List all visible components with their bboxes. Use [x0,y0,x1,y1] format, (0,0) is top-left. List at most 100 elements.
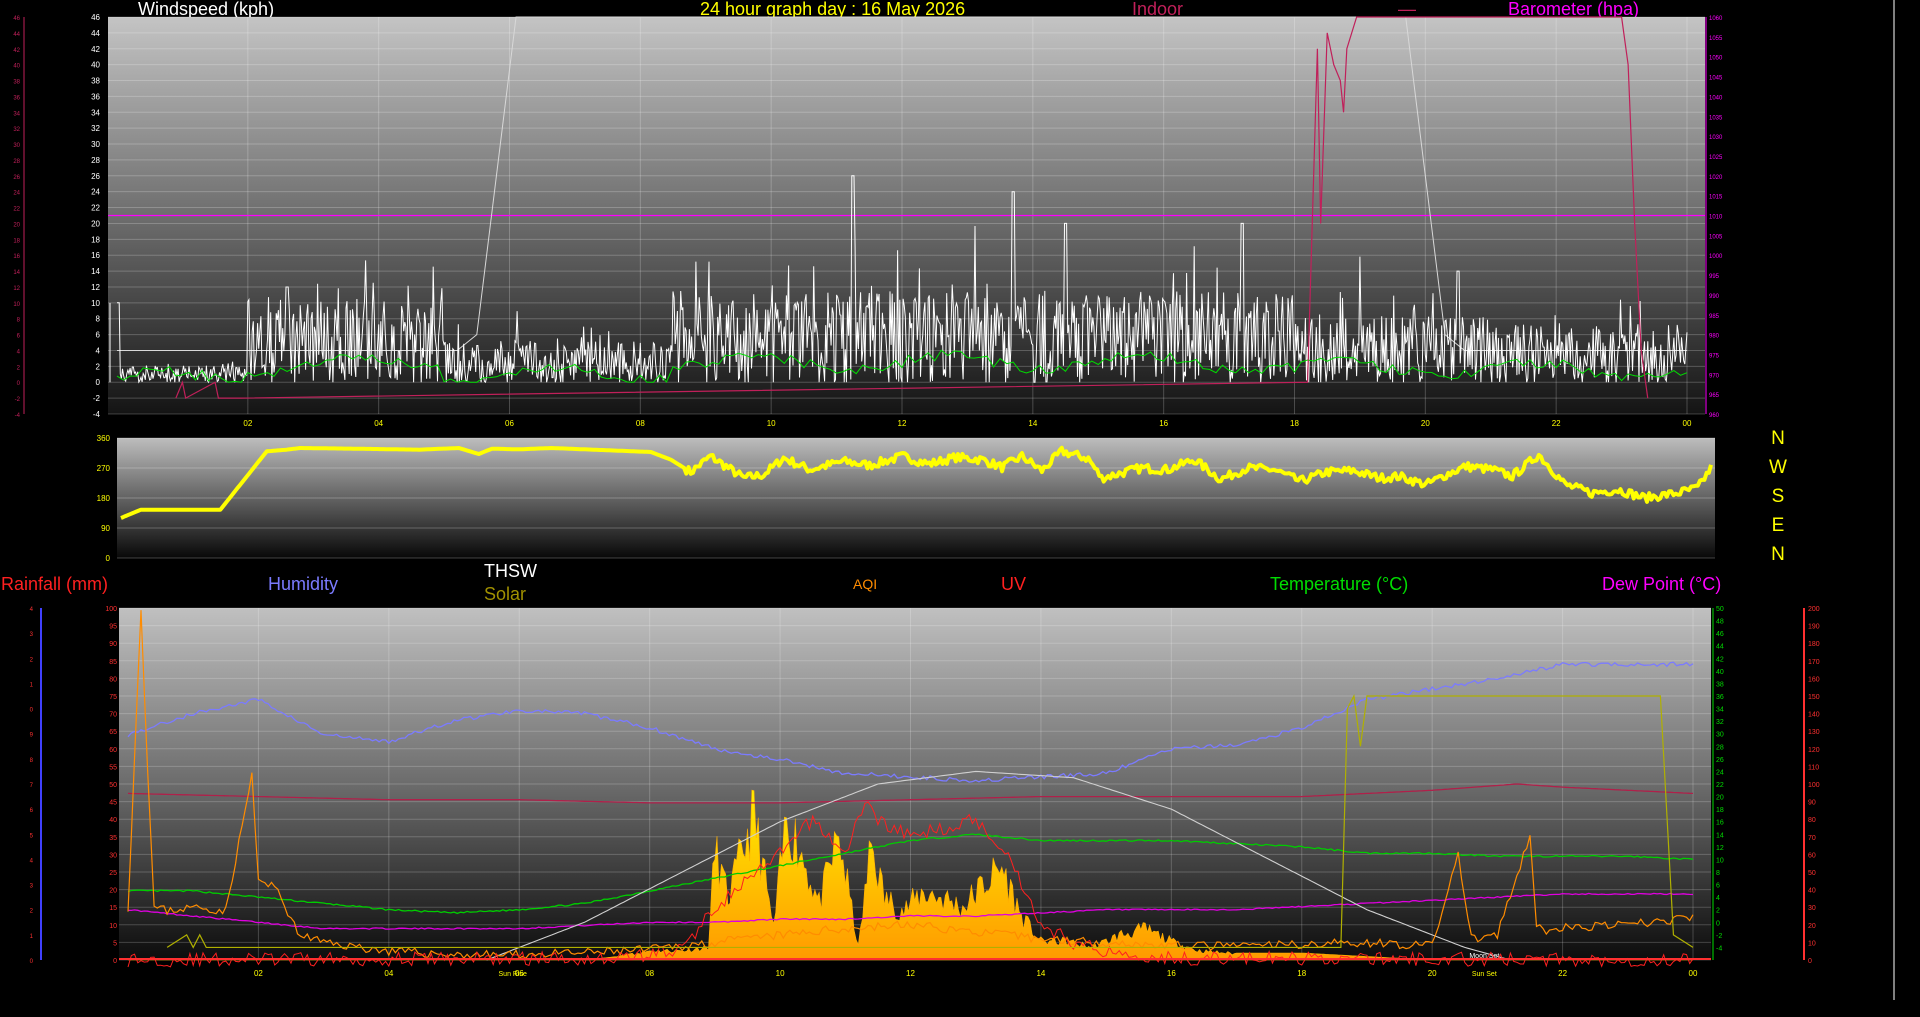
humidity-tick-label: 95 [109,624,117,631]
indoor-tick-label: 10 [13,302,20,308]
humidity-tick-label: 30 [109,852,117,859]
temperature-tick-label: 12 [1716,845,1724,852]
sunset-label: Sun Set [1472,971,1497,978]
indoor-tick-label: 26 [13,175,20,181]
barometer-tick-label: 1005 [1709,234,1723,240]
indoor-tick-label: 8 [17,318,21,324]
sunrise-label: Sun Rise [499,971,528,978]
indoor-tick-label: 24 [13,191,20,197]
humidity-tick-label: 70 [109,712,117,719]
y-tick-label: 22 [91,204,100,213]
x-tick-label: 22 [1558,969,1567,978]
rainfall-tick-label: 0 [30,959,34,965]
x-tick-label: 12 [906,969,915,978]
weather-graph: -4-4-2-200224466881010121214141616181820… [13,0,1895,1000]
indoor-tick-label: 20 [13,222,20,228]
barometer-tick-label: 1015 [1709,195,1723,201]
barometer-tick-label: 995 [1709,274,1720,280]
indoor-tick-label: 0 [17,381,21,387]
rainfall-tick-label: 1 [30,934,34,940]
barometer-tick-label: 1040 [1709,95,1723,101]
x-tick-label: 14 [1036,969,1045,978]
rainfall-tick-label: 6 [30,808,34,814]
indoor-tick-label: 4 [17,349,21,355]
rainfall-tick-label: 2 [30,909,34,915]
y-tick-label: 2 [96,362,101,371]
temperature-tick-label: 20 [1716,795,1724,802]
barometer-tick-label: 1020 [1709,175,1723,181]
aqi-tick-label: 40 [1808,888,1816,895]
barometer-tick-label: 1055 [1709,36,1723,42]
x-tick-label: 10 [767,419,776,428]
barometer-tick-label: 1000 [1709,254,1723,260]
indoor-tick-label: 28 [13,159,20,165]
indoor-tick-label: 2 [17,365,21,371]
rainfall-tick-label: 9 [30,733,34,739]
aqi-tick-label: 30 [1808,905,1816,912]
humidity-tick-label: 80 [109,676,117,683]
humidity-tick-label: 60 [109,747,117,754]
barometer-tick-label: 975 [1709,353,1720,359]
barometer-tick-label: 990 [1709,294,1720,300]
aqi-tick-label: 10 [1808,940,1816,947]
temperature-tick-label: 4 [1716,895,1720,902]
aqi-tick-label: 190 [1808,624,1820,631]
indoor-tick-label: 18 [13,238,20,244]
humidity-tick-label: 45 [109,800,117,807]
temperature-tick-label: 42 [1716,656,1724,663]
indoor-tick-label: 30 [13,143,20,149]
y-tick-label: 38 [91,77,100,86]
y-tick-label: 10 [91,299,100,308]
indoor-tick-label: 38 [13,80,20,86]
temperature-tick-label: 28 [1716,744,1724,751]
indoor-tick-label: -2 [15,397,21,403]
y-tick-label: 270 [97,464,111,473]
y-tick-label: 8 [96,315,101,324]
indoor-tick-label: 42 [13,48,20,54]
temperature-tick-label: 46 [1716,631,1724,638]
temperature-tick-label: 8 [1716,870,1720,877]
temperature-tick-label: 16 [1716,820,1724,827]
barometer-tick-label: 1025 [1709,155,1723,161]
barometer-tick-label: 985 [1709,314,1720,320]
x-tick-label: 02 [254,969,263,978]
temperature-tick-label: 48 [1716,619,1724,626]
x-tick-label: 14 [1028,419,1037,428]
barometer-tick-label: 1045 [1709,76,1723,82]
x-tick-label: 18 [1290,419,1299,428]
temperature-tick-label: 22 [1716,782,1724,789]
indoor-tick-label: 34 [13,111,20,117]
temperature-tick-label: 40 [1716,669,1724,676]
barometer-tick-label: 970 [1709,373,1720,379]
humidity-tick-label: 100 [105,606,117,613]
aqi-tick-label: 170 [1808,659,1820,666]
y-tick-label: 30 [91,140,100,149]
x-tick-label: 00 [1683,419,1692,428]
temperature-tick-label: -4 [1716,945,1722,952]
indoor-tick-label: 14 [13,270,20,276]
x-tick-label: 20 [1428,969,1437,978]
humidity-tick-label: 65 [109,729,117,736]
temperature-tick-label: 44 [1716,644,1724,651]
humidity-tick-label: 10 [109,923,117,930]
temperature-tick-label: 38 [1716,681,1724,688]
aqi-tick-label: 160 [1808,676,1820,683]
temperature-tick-label: -2 [1716,933,1722,940]
rainfall-tick-label: 3 [30,884,34,890]
humidity-tick-label: 85 [109,659,117,666]
indoor-tick-label: 44 [13,32,20,38]
y-tick-label: 24 [91,188,100,197]
y-tick-label: 36 [91,92,100,101]
humidity-tick-label: 5 [113,940,117,947]
y-tick-label: 32 [91,124,100,133]
aqi-tick-label: 110 [1808,764,1819,771]
x-tick-label: 06 [505,419,514,428]
indoor-tick-label: 46 [13,16,20,22]
y-tick-label: 26 [91,172,100,181]
y-tick-label: 34 [91,108,100,117]
rainfall-tick-label: 4 [30,607,34,613]
barometer-tick-label: 1050 [1709,56,1723,62]
temperature-tick-label: 24 [1716,769,1724,776]
y-tick-label: -4 [93,410,101,419]
barometer-tick-label: 980 [1709,334,1720,340]
